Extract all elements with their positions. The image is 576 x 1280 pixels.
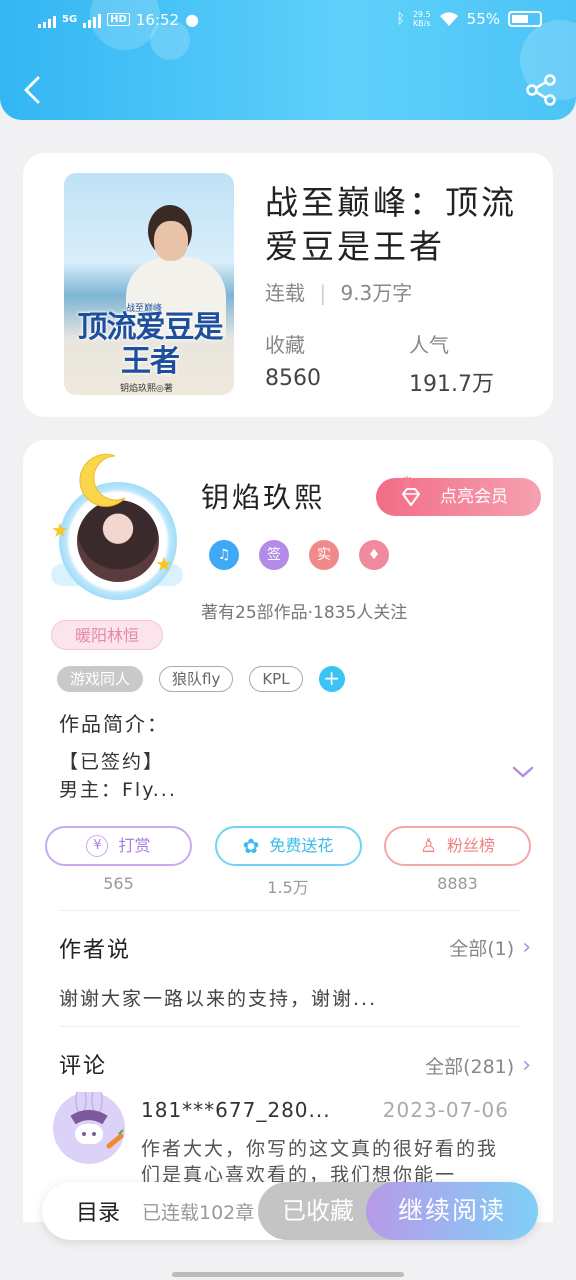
signal-icon — [38, 12, 56, 28]
author-avatar[interactable]: ★ ★ 暖阳林恒 — [51, 452, 183, 650]
send-flower-button[interactable]: ✿ 免费送花 — [214, 826, 362, 866]
commenter-avatar[interactable] — [53, 1085, 125, 1164]
flower-count: 1.5万 — [267, 878, 309, 897]
verified-badge-icon[interactable]: 实 — [309, 540, 339, 570]
share-button[interactable] — [524, 72, 558, 108]
net-speed: 29.5 KB/s — [413, 10, 431, 28]
continue-reading-button[interactable]: 继续阅读 — [366, 1182, 538, 1240]
stat-popularity-label: 人气 — [409, 333, 449, 357]
tag-item[interactable]: 游戏同人 — [57, 666, 144, 692]
author-badges: ♫ 签 实 ♦ — [209, 540, 389, 570]
comment-date: 2023-07-06 — [382, 1098, 509, 1122]
comments-more-label: 全部(281) — [425, 1056, 515, 1078]
battery-percent: 55% — [466, 10, 500, 28]
book-meta: 连载 | 9.3万字 — [265, 277, 412, 306]
reward-button[interactable]: ¥ 打赏 — [45, 826, 192, 866]
net-speed-value: 29.5 — [412, 10, 431, 19]
stat-popularity-value: 191.7万 — [409, 372, 494, 397]
fans-action: ♙ 粉丝榜 8883 — [384, 826, 531, 898]
book-word-count: 9.3万字 — [340, 281, 413, 305]
bunny-avatar-icon — [70, 1085, 124, 1149]
status-bar: 5G HD 16:52 ● ᛒ 29.5 KB/s 55% — [0, 8, 576, 36]
tag-item[interactable]: 狼队fly — [159, 666, 234, 692]
fans-rank-button-label: 粉丝榜 — [447, 836, 496, 855]
music-badge-icon[interactable]: ♫ — [209, 540, 239, 570]
vip-button-label: 点亮会员 — [440, 487, 508, 507]
reward-button-label: 打赏 — [118, 836, 151, 855]
wechat-icon: ● — [185, 10, 200, 29]
book-cover[interactable]: 战至巅峰 顶流爱豆是王者 钥焰玖熙◎著 — [64, 173, 234, 395]
cover-figure-face — [154, 221, 188, 261]
intro-label: 作品简介： — [59, 712, 169, 736]
status-time: 16:52 — [135, 10, 180, 29]
home-indicator[interactable] — [172, 1272, 404, 1277]
vip-badge-icon[interactable]: ♦ — [359, 540, 389, 570]
divider — [59, 1026, 519, 1027]
stat-favorites-value: 8560 — [265, 366, 321, 391]
flower-icon: ✿ — [242, 834, 260, 858]
tag-item[interactable]: KPL — [249, 666, 303, 692]
tag-list: 游戏同人 狼队fly KPL + — [57, 666, 345, 692]
send-flower-button-label: 免费送花 — [269, 836, 334, 855]
author-title-badge: 暖阳林恒 — [51, 620, 163, 650]
commenter-name[interactable]: 181***677_280... — [141, 1098, 331, 1122]
author-name[interactable]: 钥焰玖熙 — [201, 476, 325, 516]
author-works-info: 著有25部作品·1835人关注 — [201, 603, 408, 623]
back-button[interactable] — [18, 72, 48, 108]
fans-count: 8883 — [437, 874, 478, 893]
avatar — [77, 500, 159, 582]
battery-icon — [508, 11, 542, 27]
book-info-card: 战至巅峰 顶流爱豆是王者 钥焰玖熙◎著 战至巅峰：顶流爱豆是王者 连载 | 9.… — [23, 153, 553, 417]
star-icon: ★ — [51, 518, 69, 542]
diamond-icon — [402, 488, 420, 506]
signal-icon — [83, 12, 102, 28]
stat-favorites-label: 收藏 — [265, 333, 305, 357]
book-status: 连载 — [265, 281, 305, 305]
author-say-more[interactable]: 全部(1) › — [449, 934, 531, 961]
moon-icon — [79, 453, 126, 507]
hd-icon: HD — [107, 13, 130, 26]
cover-title: 顶流爱豆是王者 — [77, 310, 224, 379]
fans-rank-button[interactable]: ♙ 粉丝榜 — [384, 826, 531, 866]
author-say-more-label: 全部(1) — [449, 938, 515, 960]
yen-icon: ¥ — [86, 835, 109, 857]
divider — [59, 910, 519, 911]
fans-user-icon: ♙ — [419, 835, 438, 857]
add-tag-button[interactable]: + — [318, 666, 345, 692]
chevron-right-icon: › — [522, 935, 531, 960]
vip-button[interactable]: ♛ 点亮会员 — [376, 473, 541, 516]
catalog-button[interactable]: 目录 — [76, 1195, 120, 1227]
intro-text: 【已签约】 男主：Fly... — [59, 751, 177, 801]
reward-action: ¥ 打赏 565 — [45, 826, 192, 898]
network-type: 5G — [62, 14, 78, 25]
bluetooth-icon: ᛒ — [396, 11, 405, 27]
comments-title: 评论 — [59, 1054, 108, 1079]
catalog-chapters: 已连载102章 — [142, 1202, 255, 1224]
top-header: 5G HD 16:52 ● ᛒ 29.5 KB/s 55% — [0, 0, 576, 120]
author-say-text[interactable]: 谢谢大家一路以来的支持，谢谢... — [59, 984, 377, 1011]
flower-action: ✿ 免费送花 1.5万 — [214, 826, 362, 898]
comments-more[interactable]: 全部(281) › — [425, 1052, 531, 1079]
bottom-action-bar: 目录 已连载102章 已收藏 继续阅读 — [42, 1182, 538, 1240]
net-speed-unit: KB/s — [412, 19, 431, 28]
wifi-icon — [439, 12, 458, 26]
author-say-title: 作者说 — [59, 938, 132, 963]
expand-chevron-icon[interactable] — [511, 764, 535, 780]
cover-author: 钥焰玖熙◎著 — [120, 384, 173, 394]
action-buttons: ¥ 打赏 565 ✿ 免费送花 1.5万 ♙ 粉丝榜 8883 — [45, 826, 531, 898]
book-title: 战至巅峰：顶流爱豆是王者 — [265, 183, 517, 266]
author-card: ★ ★ 暖阳林恒 钥焰玖熙 ♛ 点亮会员 ♫ 签 实 ♦ 著有25部作品·183… — [23, 440, 553, 1280]
meta-separator: | — [319, 281, 327, 305]
chevron-right-icon: › — [522, 1053, 531, 1078]
star-icon: ★ — [155, 552, 173, 576]
stat-popularity: 人气 191.7万 — [409, 329, 494, 398]
signed-badge-icon[interactable]: 签 — [259, 540, 289, 570]
stat-favorites: 收藏 8560 — [265, 329, 321, 391]
reward-count: 565 — [103, 874, 134, 893]
